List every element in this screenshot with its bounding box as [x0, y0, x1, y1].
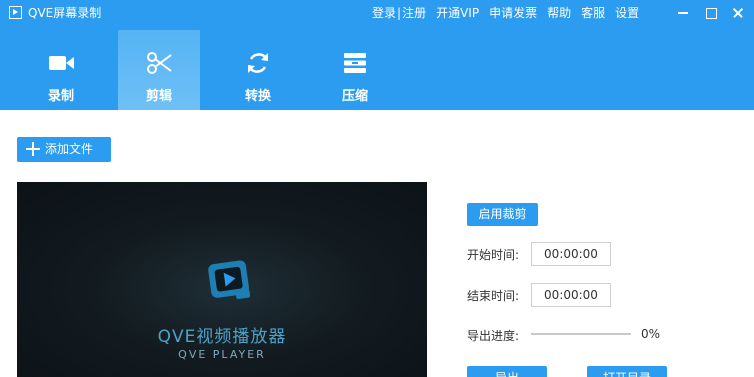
- player-subtitle: QVE PLAYER: [178, 348, 266, 361]
- settings-link[interactable]: 设置: [615, 5, 639, 21]
- player-logo-icon: [208, 260, 251, 300]
- tab-convert-label: 转换: [244, 89, 271, 104]
- open-directory-button[interactable]: 打开目录: [587, 366, 667, 377]
- register-link[interactable]: 注册: [402, 5, 426, 21]
- compress-icon: [344, 53, 366, 73]
- invoice-link[interactable]: 申请发票: [489, 5, 537, 21]
- login-link[interactable]: 登录: [372, 5, 396, 21]
- export-progress-bar: [531, 333, 631, 335]
- help-link[interactable]: 帮助: [547, 5, 571, 21]
- service-link[interactable]: 客服: [581, 5, 605, 21]
- export-button[interactable]: 导出: [467, 366, 547, 377]
- tab-record[interactable]: 录制: [20, 30, 102, 110]
- tab-record-label: 录制: [47, 89, 74, 104]
- player-title: QVE视频播放器: [157, 327, 287, 347]
- app-window: QVE屏幕录制 登录 | 注册 开通VIP 申请发票 帮助 客服 设置 录制 剪…: [0, 0, 754, 377]
- minimize-button[interactable]: [674, 4, 692, 22]
- tab-compress[interactable]: 压缩: [314, 30, 396, 110]
- end-time-label: 结束时间:: [467, 289, 520, 303]
- tab-convert[interactable]: 转换: [217, 30, 299, 110]
- start-time-label: 开始时间:: [467, 248, 520, 262]
- add-file-button[interactable]: 添加文件: [17, 137, 111, 162]
- tab-compress-label: 压缩: [341, 89, 368, 104]
- refresh-icon: [248, 53, 268, 73]
- tab-cut-label: 剪辑: [145, 89, 172, 104]
- main-nav: 录制 剪辑 转换 压缩: [0, 30, 754, 110]
- export-progress-label: 导出进度:: [467, 329, 520, 343]
- video-camera-icon: [49, 56, 74, 70]
- title-bar: QVE屏幕录制 登录 | 注册 开通VIP 申请发票 帮助 客服 设置: [0, 0, 754, 26]
- plus-icon: [26, 142, 40, 156]
- vip-link[interactable]: 开通VIP: [436, 5, 479, 21]
- maximize-button[interactable]: [702, 4, 720, 22]
- top-links: 登录 | 注册 开通VIP 申请发票 帮助 客服 设置: [372, 5, 639, 21]
- video-player[interactable]: QVE视频播放器 QVE PLAYER: [17, 182, 427, 377]
- export-progress-text: 0%: [641, 327, 661, 341]
- tab-cut[interactable]: 剪辑: [118, 30, 200, 110]
- enable-crop-button[interactable]: 启用裁剪: [467, 203, 538, 226]
- end-time-input[interactable]: [531, 283, 611, 307]
- header: QVE屏幕录制 登录 | 注册 开通VIP 申请发票 帮助 客服 设置 录制 剪…: [0, 0, 754, 110]
- close-button[interactable]: [729, 4, 747, 22]
- app-logo-icon: [9, 6, 22, 19]
- app-title: QVE屏幕录制: [28, 6, 102, 20]
- add-file-label: 添加文件: [45, 142, 94, 156]
- start-time-input[interactable]: [531, 242, 611, 266]
- scissors-icon: [147, 52, 172, 74]
